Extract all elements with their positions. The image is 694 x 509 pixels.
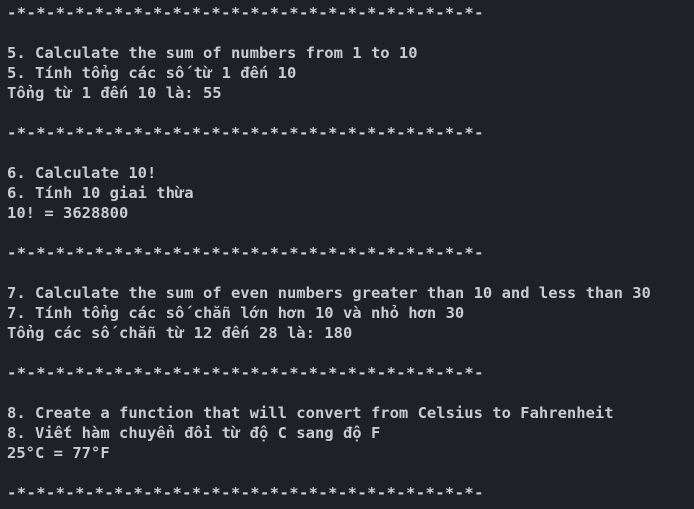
separator-line: -*-*-*-*-*-*-*-*-*-*-*-*-*-*-*-*-*-*-*-*…: [7, 244, 484, 262]
separator-line: -*-*-*-*-*-*-*-*-*-*-*-*-*-*-*-*-*-*-*-*…: [7, 364, 484, 382]
section-6-result: 10! = 3628800: [7, 204, 129, 222]
separator-line: -*-*-*-*-*-*-*-*-*-*-*-*-*-*-*-*-*-*-*-*…: [7, 124, 484, 142]
section-5-title-vi: 5. Tính tổng các số từ 1 đến 10: [7, 64, 297, 82]
section-7-result: Tổng các số chẵn từ 12 đến 28 là: 180: [7, 324, 353, 342]
section-8-result: 25°C = 77°F: [7, 444, 110, 462]
terminal-output: -*-*-*-*-*-*-*-*-*-*-*-*-*-*-*-*-*-*-*-*…: [0, 0, 694, 509]
section-7-title-vi: 7. Tính tổng các số chẵn lớn hơn 10 và n…: [7, 304, 465, 322]
section-5-result: Tổng từ 1 đến 10 là: 55: [7, 84, 222, 102]
section-6-title-en: 6. Calculate 10!: [7, 164, 157, 182]
section-8-title-en: 8. Create a function that will convert f…: [7, 404, 614, 422]
separator-line: -*-*-*-*-*-*-*-*-*-*-*-*-*-*-*-*-*-*-*-*…: [7, 484, 484, 502]
section-5-title-en: 5. Calculate the sum of numbers from 1 t…: [7, 44, 418, 62]
section-6-title-vi: 6. Tính 10 giai thừa: [7, 184, 194, 202]
separator-line: -*-*-*-*-*-*-*-*-*-*-*-*-*-*-*-*-*-*-*-*…: [7, 4, 484, 22]
section-7-title-en: 7. Calculate the sum of even numbers gre…: [7, 284, 651, 302]
section-8-title-vi: 8. Viết hàm chuyển đổi từ độ C sang độ F: [7, 424, 381, 442]
